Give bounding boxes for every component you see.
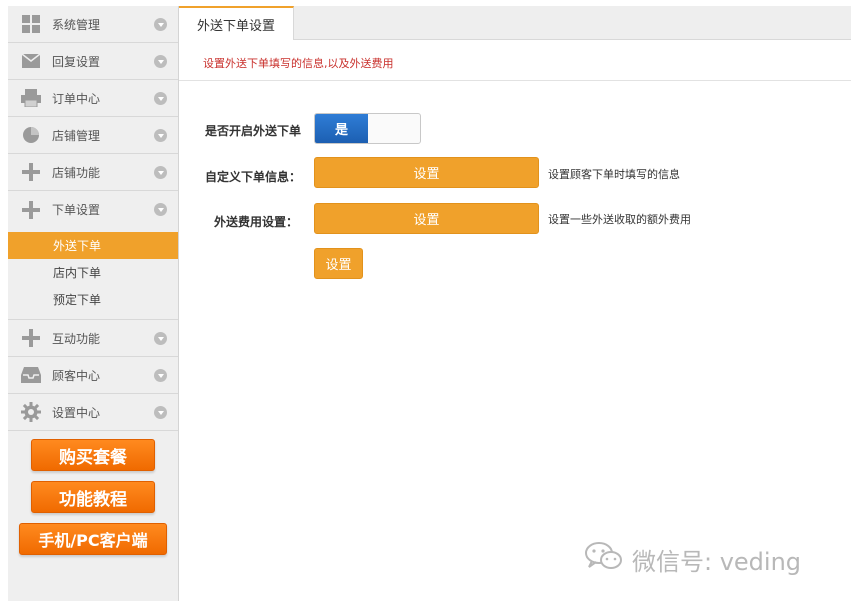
sidebar-item-label: 系统管理 [52,17,101,32]
chevron-down-icon [154,55,167,68]
sidebar-item-label: 设置中心 [52,405,101,420]
sidebar-item-system[interactable]: 系统管理 [8,6,178,43]
watermark-text: 微信号: veding [632,547,802,576]
sidebar-item-order-settings[interactable]: 下单设置 [8,191,178,228]
sidebar-item-orders[interactable]: 订单中心 [8,80,178,117]
wechat-icon [584,540,632,578]
delivery-fee-description: 设置一些外送收取的额外费用 [548,213,691,226]
enable-delivery-label: 是否开启外送下单 [205,124,302,138]
wechat-watermark: 微信号: veding [584,540,801,578]
plus-icon [20,327,42,349]
chevron-down-icon [154,92,167,105]
page-hint: 设置外送下单填写的信息,以及外送费用 [203,57,394,70]
sidebar-item-label: 顾客中心 [52,368,101,383]
grid-icon [20,13,42,35]
pie-chart-icon [20,124,42,146]
client-download-button[interactable]: 手机/PC客户端 [19,523,167,555]
sidebar-item-label: 下单设置 [52,203,101,217]
chevron-down-icon [154,332,167,345]
chevron-down-icon [154,18,167,31]
tab-bar: 外送下单设置 [179,6,851,40]
sidebar-item-label: 回复设置 [52,54,101,69]
chevron-down-icon [154,203,167,216]
tutorial-button[interactable]: 功能教程 [31,481,155,513]
sidebar-item-label: 互动功能 [52,331,101,346]
delivery-fee-settings-button[interactable]: 设置 [314,203,539,234]
divider [179,80,851,81]
order-settings-submenu: 外送下单 店内下单 预定下单 [8,232,178,320]
tab-delivery-settings[interactable]: 外送下单设置 [179,6,294,40]
sidebar-item-label: 店铺管理 [52,128,101,143]
plus-icon [20,199,42,221]
custom-info-settings-button[interactable]: 设置 [314,157,539,188]
delivery-fee-label: 外送费用设置： [214,215,299,229]
gear-icon [20,401,42,423]
sidebar-item-label: 订单中心 [52,91,101,106]
sidebar-item-customers[interactable]: 顾客中心 [8,357,178,394]
chevron-down-icon [154,166,167,179]
plus-icon [20,161,42,183]
sidebar-item-store-functions[interactable]: 店铺功能 [8,154,178,191]
sidebar-item-reply[interactable]: 回复设置 [8,43,178,80]
sidebar-item-store[interactable]: 店铺管理 [8,117,178,154]
chevron-down-icon [154,406,167,419]
mail-icon [20,50,42,72]
sub-item-reservation-order[interactable]: 预定下单 [8,286,178,313]
printer-icon [20,87,42,109]
sub-item-dine-in-order[interactable]: 店内下单 [8,259,178,286]
sidebar-item-settings[interactable]: 设置中心 [8,394,178,431]
custom-info-label: 自定义下单信息： [205,170,302,184]
sidebar-item-interaction[interactable]: 互动功能 [8,320,178,357]
chevron-down-icon [154,369,167,382]
sidebar: 系统管理 回复设置 订单中心 店铺管理 店铺功能 下单设置 外送下单 店内下单 … [8,6,179,601]
toggle-on-label: 是 [315,114,368,143]
sidebar-item-label: 店铺功能 [52,165,101,180]
custom-info-description: 设置顾客下单时填写的信息 [548,168,680,181]
buy-package-button[interactable]: 购买套餐 [31,439,155,471]
chevron-down-icon [154,129,167,142]
settings-button[interactable]: 设置 [314,248,363,279]
sub-item-delivery-order[interactable]: 外送下单 [8,232,178,259]
inbox-icon [20,364,42,386]
enable-delivery-toggle[interactable]: 是 [314,113,421,144]
